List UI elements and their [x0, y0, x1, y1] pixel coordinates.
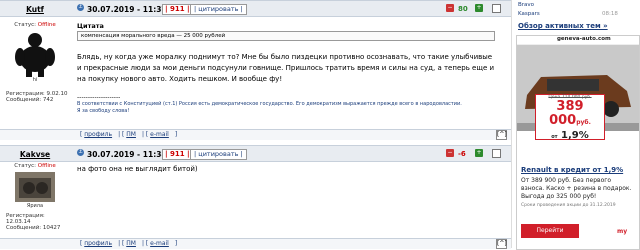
quote-button[interactable]: | цитировать |	[190, 149, 247, 160]
rate-down-icon[interactable]: −	[446, 4, 454, 12]
profile-link[interactable]: профиль	[84, 131, 112, 138]
post-footer: [ профиль | [ ПМ | [ e-mail] [^]	[0, 129, 511, 140]
post-link-icon[interactable]: ⚓	[77, 149, 84, 156]
profile-link[interactable]: профиль	[84, 240, 112, 247]
email-link[interactable]: e-mail	[150, 131, 169, 138]
ad-description: От 389 900 руб. Без первого взноса. Каск…	[521, 177, 632, 200]
post-body: Цитата компенсация морального вреда — 25…	[77, 22, 497, 115]
author-name[interactable]: Kakvse	[0, 150, 70, 159]
post-header: Kutf ⚓ 30.07.2019 - 11:37 | 911 | | цити…	[0, 0, 511, 17]
active-user-1[interactable]: Bravo	[518, 2, 534, 8]
rating-value: 80	[458, 5, 468, 13]
post-text: Блядь, ну когда уже моралку поднимут то?…	[77, 53, 495, 83]
active-topics-link[interactable]: Обзор активных тем »	[518, 22, 608, 30]
rate-up-icon[interactable]: +	[475, 149, 483, 157]
quote-title: Цитата	[77, 22, 104, 30]
signature-line: --------------------	[77, 94, 121, 101]
message-count: Сообщений: 742	[6, 97, 54, 103]
post-body: на фото она не выглядит битой)	[77, 164, 497, 175]
post-number[interactable]: | 911 |	[162, 149, 193, 160]
post-header: Kakvse ⚓ 30.07.2019 - 11:38 | 911 | | ци…	[0, 145, 511, 162]
quote-block: компенсация морального вреда — 25 000 ру…	[77, 31, 495, 41]
author-name[interactable]: Kutf	[0, 5, 70, 14]
ad-brand-logo: my	[617, 228, 628, 235]
avatar	[15, 172, 55, 202]
ad-go-button[interactable]: Перейти	[521, 224, 579, 238]
quote-button[interactable]: | цитировать |	[190, 4, 247, 15]
rating-value: -6	[458, 150, 466, 158]
select-checkbox[interactable]	[492, 149, 501, 158]
rate-up-icon[interactable]: +	[475, 4, 483, 12]
select-checkbox[interactable]	[492, 4, 501, 13]
message-count: Сообщений: 10427	[6, 225, 61, 231]
ad-site: geneva-auto.com	[557, 36, 611, 42]
post-number[interactable]: | 911 |	[162, 4, 193, 15]
signature-text-2: Я за свободу слова!	[77, 108, 130, 114]
ad-note: Сроки проведения акции до 31.12.2019	[521, 203, 616, 208]
signature-text: В соответствии с Конституцией (ст.1) Рос…	[77, 101, 462, 107]
user-status: Статус: Offline	[14, 22, 56, 28]
post-text: на фото она не выглядит битой)	[77, 165, 198, 173]
registration-date: Регистрация: 12.03.14	[6, 213, 45, 225]
ad-title: Renault в кредит от 1,9%	[521, 166, 624, 174]
post-footer: [ профиль | [ ПМ | [ e-mail] [^]	[0, 238, 511, 249]
active-user-2[interactable]: Kaspars	[518, 11, 540, 17]
right-sidebar: Bravo Kaspars 08:18 Обзор активных тем »…	[511, 0, 640, 250]
avatar	[15, 33, 55, 77]
user-info: Статус: Offline Ярила Регистрация: 12.03…	[0, 163, 70, 231]
forum-thread: Kutf ⚓ 30.07.2019 - 11:37 | 911 | | цити…	[0, 0, 511, 249]
user-status: Статус: Offline	[14, 163, 56, 169]
ad-rate: 1,9%	[561, 130, 589, 141]
scroll-top-button[interactable]: [^]	[496, 130, 507, 140]
avatar-caption: hi	[32, 77, 38, 83]
pm-link[interactable]: ПМ	[126, 240, 136, 247]
post-date: 30.07.2019 - 11:37	[87, 5, 167, 14]
active-time: 08:18	[602, 11, 618, 17]
pm-link[interactable]: ПМ	[126, 131, 136, 138]
post-date: 30.07.2019 - 11:38	[87, 150, 167, 159]
post-link-icon[interactable]: ⚓	[77, 4, 84, 11]
rate-down-icon[interactable]: −	[446, 149, 454, 157]
ad-banner[interactable]: geneva-auto.com Цена 714 000 руб. 389 00…	[516, 35, 640, 250]
email-link[interactable]: e-mail	[150, 240, 169, 247]
avatar-caption: Ярила	[26, 203, 44, 209]
user-info: Статус: Offline hi Регистрация: 9.02.10 …	[0, 22, 70, 103]
